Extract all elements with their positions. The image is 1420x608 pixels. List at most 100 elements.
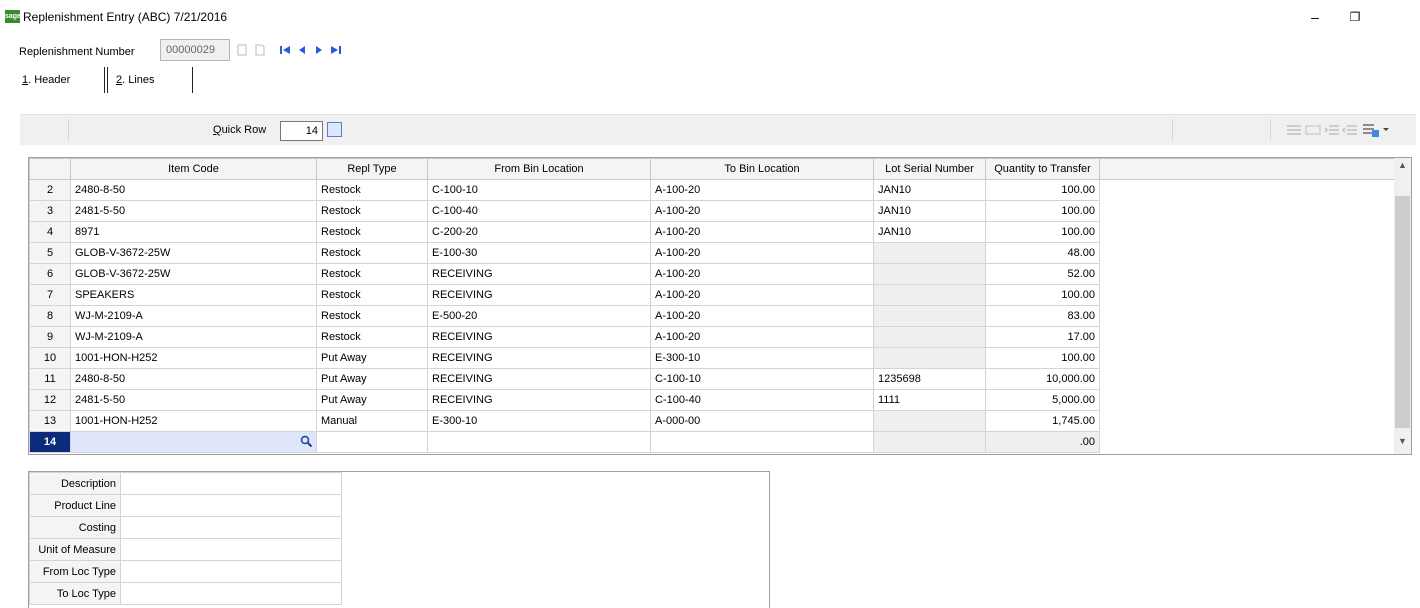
item-code-cell[interactable]: WJ-M-2109-A <box>70 326 317 348</box>
previous-record-icon[interactable] <box>296 44 308 56</box>
last-record-icon[interactable] <box>330 44 342 56</box>
chevron-down-icon[interactable] <box>1382 127 1390 133</box>
table-row[interactable]: 12 2481-5-50 Put Away RECEIVING C-100-40 1111… <box>29 389 1395 411</box>
from-bin-header[interactable]: From Bin Location <box>427 158 651 180</box>
row-number[interactable]: 10 <box>29 347 71 369</box>
delete-row-icon[interactable] <box>1305 124 1321 137</box>
new-record-icon[interactable] <box>254 44 266 56</box>
table-row[interactable]: 5 GLOB-V-3672-25W Restock E-100-30 A-100-20 4… <box>29 242 1395 264</box>
table-row[interactable]: 6 GLOB-V-3672-25W Restock RECEIVING A-100-20… <box>29 263 1395 285</box>
repl-type-cell[interactable] <box>316 431 428 453</box>
item-code-header[interactable]: Item Code <box>70 158 317 180</box>
from-bin-cell[interactable]: RECEIVING <box>427 368 651 390</box>
lot-serial-cell[interactable] <box>873 242 986 264</box>
row-number[interactable]: 4 <box>29 221 71 243</box>
repl-type-cell[interactable]: Restock <box>316 326 428 348</box>
outdent-icon[interactable] <box>1342 124 1358 137</box>
restore-button[interactable]: ❐ <box>1340 4 1370 30</box>
from-bin-cell[interactable]: E-500-20 <box>427 305 651 327</box>
table-row[interactable]: 14.00 <box>29 431 1395 453</box>
minimize-button[interactable]: – <box>1300 4 1330 30</box>
to-bin-cell[interactable]: A-000-00 <box>650 410 874 432</box>
row-number[interactable]: 5 <box>29 242 71 264</box>
quantity-cell[interactable]: 100.00 <box>985 347 1100 369</box>
table-row[interactable]: 4 8971 Restock C-200-20 A-100-20 JAN10 100.00 <box>29 221 1395 243</box>
quantity-cell[interactable]: 83.00 <box>985 305 1100 327</box>
row-number[interactable]: 6 <box>29 263 71 285</box>
customize-grid-icon[interactable] <box>1362 123 1380 138</box>
table-row[interactable]: 11 2480-8-50 Put Away RECEIVING C-100-10 1235… <box>29 368 1395 390</box>
lot-serial-cell[interactable] <box>873 263 986 285</box>
table-row[interactable]: 7 SPEAKERS Restock RECEIVING A-100-20 100.00 <box>29 284 1395 306</box>
from-bin-cell[interactable]: RECEIVING <box>427 284 651 306</box>
table-row[interactable]: 13 1001-HON-H252 Manual E-300-10 A-000-00 1,7… <box>29 410 1395 432</box>
row-number[interactable]: 2 <box>29 179 71 201</box>
table-row[interactable]: 2 2480-8-50 Restock C-100-10 A-100-20 JAN10 10… <box>29 179 1395 201</box>
to-bin-header[interactable]: To Bin Location <box>650 158 874 180</box>
repl-type-cell[interactable]: Put Away <box>316 347 428 369</box>
quantity-cell[interactable]: 10,000.00 <box>985 368 1100 390</box>
repl-type-cell[interactable]: Restock <box>316 221 428 243</box>
from-bin-cell[interactable]: C-200-20 <box>427 221 651 243</box>
table-row[interactable]: 10 1001-HON-H252 Put Away RECEIVING E-300-10… <box>29 347 1395 369</box>
to-bin-cell[interactable] <box>650 431 874 453</box>
from-bin-cell[interactable]: RECEIVING <box>427 347 651 369</box>
quick-row-input[interactable]: 14 <box>280 121 323 141</box>
repl-type-cell[interactable]: Restock <box>316 305 428 327</box>
repl-type-header[interactable]: Repl Type <box>316 158 428 180</box>
lot-serial-cell[interactable] <box>873 284 986 306</box>
lot-serial-cell[interactable] <box>873 305 986 327</box>
repl-type-cell[interactable]: Restock <box>316 284 428 306</box>
from-bin-cell[interactable]: RECEIVING <box>427 389 651 411</box>
quantity-cell[interactable]: 5,000.00 <box>985 389 1100 411</box>
quantity-cell[interactable]: 100.00 <box>985 179 1100 201</box>
item-code-cell[interactable]: 1001-HON-H252 <box>70 410 317 432</box>
quantity-cell[interactable]: 100.00 <box>985 200 1100 222</box>
from-bin-cell[interactable]: E-300-10 <box>427 410 651 432</box>
to-bin-cell[interactable]: A-100-20 <box>650 179 874 201</box>
to-bin-cell[interactable]: A-100-20 <box>650 263 874 285</box>
from-bin-cell[interactable]: RECEIVING <box>427 263 651 285</box>
scroll-down-icon[interactable]: ▼ <box>1394 436 1411 452</box>
next-record-icon[interactable] <box>313 44 325 56</box>
lot-serial-cell[interactable] <box>873 410 986 432</box>
repl-type-cell[interactable]: Manual <box>316 410 428 432</box>
quantity-cell[interactable]: 17.00 <box>985 326 1100 348</box>
row-number[interactable]: 9 <box>29 326 71 348</box>
item-code-cell[interactable]: 2481-5-50 <box>70 389 317 411</box>
quantity-cell[interactable]: 48.00 <box>985 242 1100 264</box>
from-bin-cell[interactable]: E-100-30 <box>427 242 651 264</box>
quantity-header[interactable]: Quantity to Transfer <box>985 158 1100 180</box>
lot-serial-cell[interactable]: JAN10 <box>873 200 986 222</box>
to-bin-cell[interactable]: E-300-10 <box>650 347 874 369</box>
to-bin-cell[interactable]: A-100-20 <box>650 200 874 222</box>
lot-serial-cell[interactable]: 1235698 <box>873 368 986 390</box>
quantity-cell[interactable]: 52.00 <box>985 263 1100 285</box>
search-icon[interactable] <box>300 435 313 448</box>
row-number[interactable]: 12 <box>29 389 71 411</box>
repl-type-cell[interactable]: Restock <box>316 200 428 222</box>
row-number[interactable]: 11 <box>29 368 71 390</box>
scrollbar-thumb[interactable] <box>1395 196 1410 428</box>
indent-icon[interactable] <box>1324 124 1340 137</box>
row-number[interactable]: 8 <box>29 305 71 327</box>
lookup-list-icon[interactable] <box>236 44 248 56</box>
item-code-cell[interactable]: 2481-5-50 <box>70 200 317 222</box>
to-bin-cell[interactable]: C-100-40 <box>650 389 874 411</box>
quantity-cell[interactable]: 100.00 <box>985 221 1100 243</box>
lot-serial-header[interactable]: Lot Serial Number <box>873 158 986 180</box>
item-code-cell[interactable]: SPEAKERS <box>70 284 317 306</box>
vertical-scrollbar[interactable]: ▲ ▼ <box>1394 158 1411 454</box>
item-code-cell[interactable]: 1001-HON-H252 <box>70 347 317 369</box>
repl-type-cell[interactable]: Restock <box>316 242 428 264</box>
to-bin-cell[interactable]: A-100-20 <box>650 284 874 306</box>
tab-lines[interactable]: 2. Lines <box>107 67 193 93</box>
lot-serial-cell[interactable] <box>873 347 986 369</box>
table-row[interactable]: 9 WJ-M-2109-A Restock RECEIVING A-100-20 17.0… <box>29 326 1395 348</box>
quantity-cell[interactable]: 1,745.00 <box>985 410 1100 432</box>
lot-serial-cell[interactable]: 1111 <box>873 389 986 411</box>
table-row[interactable]: 8 WJ-M-2109-A Restock E-500-20 A-100-20 83.00 <box>29 305 1395 327</box>
item-code-cell[interactable]: 2480-8-50 <box>70 368 317 390</box>
item-code-cell[interactable]: GLOB-V-3672-25W <box>70 242 317 264</box>
scroll-up-icon[interactable]: ▲ <box>1394 160 1411 176</box>
